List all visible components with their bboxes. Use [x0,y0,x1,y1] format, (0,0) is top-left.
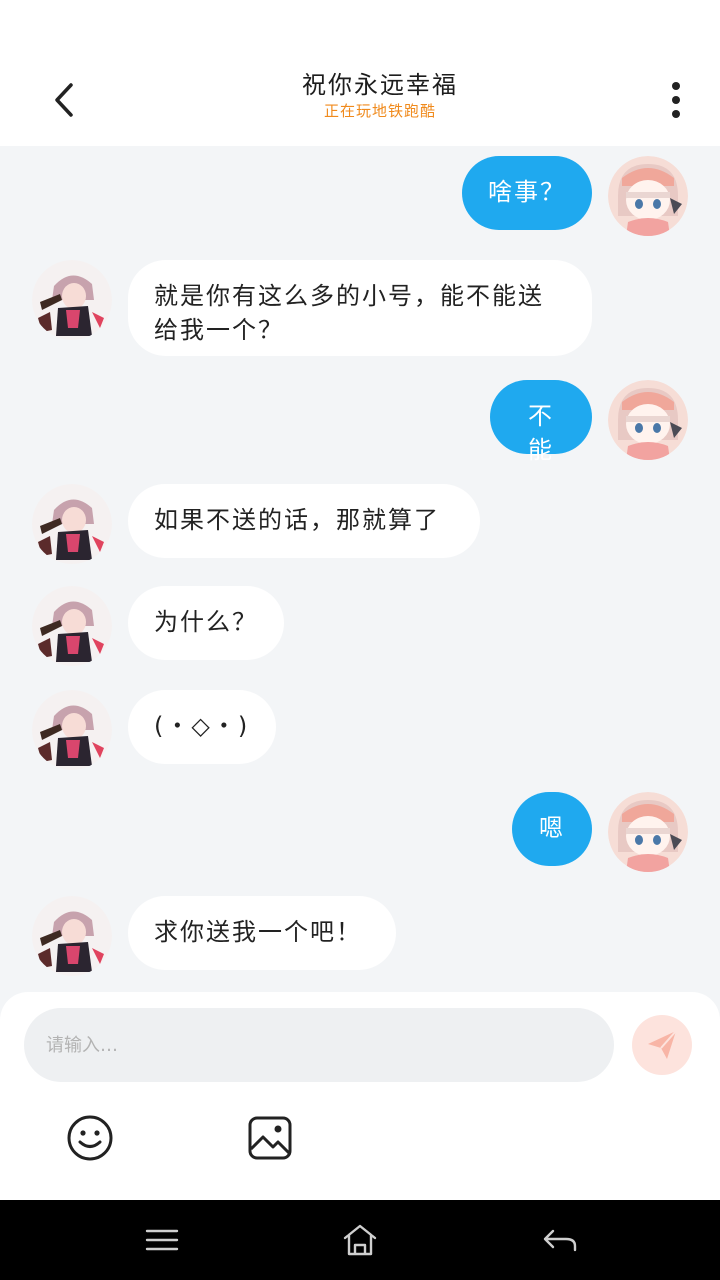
my-avatar[interactable] [608,156,688,236]
contact-avatar[interactable] [32,896,112,976]
paper-plane-icon [648,1030,677,1059]
outgoing-bubble[interactable]: 啥事？ [462,156,592,230]
chevron-left-icon [55,83,73,117]
message-incoming: 就是你有这么多的小号，能不能送给我一个？ [0,258,720,356]
chat-screen: 祝你永远幸福 正在玩地铁跑酷 啥事？ 就是你有这么多的小号，能不能送给我一个？ … [0,0,720,1280]
outgoing-bubble[interactable]: 嗯 [512,792,592,866]
incoming-bubble[interactable]: (・◇・) [128,690,276,764]
message-input[interactable] [44,1033,594,1057]
message-incoming: 求你送我一个吧！ [0,894,720,976]
home-icon [343,1224,377,1256]
message-incoming: 为什么？ [0,586,720,668]
chat-header: 祝你永远幸福 正在玩地铁跑酷 [0,60,720,146]
incoming-bubble[interactable]: 为什么？ [128,586,284,660]
message-incoming: 如果不送的话，那就算了 [0,482,720,564]
system-navigation-bar [0,1200,720,1280]
status-bar [0,0,720,60]
my-avatar-image [608,156,688,236]
emoji-button[interactable] [62,1110,118,1166]
smiley-icon [67,1115,113,1161]
contact-avatar-image [32,260,112,340]
incoming-bubble[interactable]: 求你送我一个吧！ [128,896,396,970]
my-avatar[interactable] [608,792,688,872]
contact-avatar[interactable] [32,484,112,564]
more-options-button[interactable] [652,74,700,126]
contact-avatar-image [32,690,112,770]
image-icon [248,1116,292,1160]
nav-back-button[interactable] [532,1214,588,1266]
contact-avatar[interactable] [32,586,112,666]
back-button[interactable] [38,74,90,126]
message-outgoing: 嗯 [0,792,720,874]
incoming-bubble[interactable]: 就是你有这么多的小号，能不能送给我一个？ [128,260,592,356]
message-composer [0,992,720,1200]
title-group: 祝你永远幸福 正在玩地铁跑酷 [160,70,600,122]
chat-status: 正在玩地铁跑酷 [323,102,436,120]
message-incoming: (・◇・) [0,690,720,772]
menu-icon [145,1229,179,1251]
nav-home-button[interactable] [332,1214,388,1266]
nav-menu-button[interactable] [134,1214,190,1266]
chat-title: 祝你永远幸福 [302,71,458,99]
send-button[interactable] [632,1015,692,1075]
message-input-container[interactable] [24,1008,614,1082]
message-outgoing: 啥事？ [0,156,720,238]
contact-avatar[interactable] [32,690,112,770]
incoming-bubble[interactable]: 如果不送的话，那就算了 [128,484,480,558]
message-outgoing: 不能 [0,380,720,464]
outgoing-bubble[interactable]: 不能 [490,380,592,464]
contact-avatar-image [32,586,112,666]
image-button[interactable] [242,1110,298,1166]
back-arrow-icon [543,1229,577,1252]
contact-avatar[interactable] [32,260,112,340]
my-avatar[interactable] [608,380,688,460]
contact-avatar-image [32,896,112,976]
my-avatar-image [608,792,688,872]
my-avatar-image [608,380,688,460]
contact-avatar-image [32,484,112,564]
message-list[interactable]: 啥事？ 就是你有这么多的小号，能不能送给我一个？ 不能 如果不送的话，那就算了 … [0,146,720,992]
more-vertical-icon [672,82,680,118]
